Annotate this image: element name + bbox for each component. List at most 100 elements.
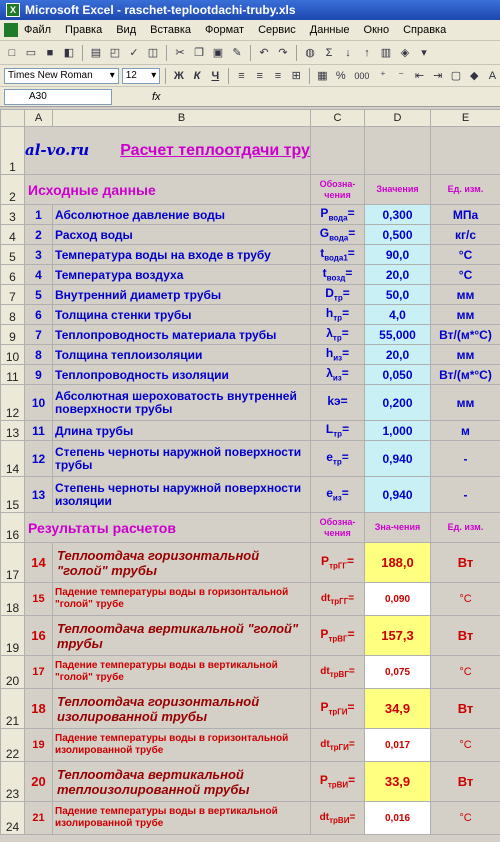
parameter-description[interactable]: Степень черноты наружной поверхности тру… xyxy=(52,440,311,477)
result-value[interactable]: 188,0 xyxy=(364,542,431,583)
cell[interactable] xyxy=(310,126,365,175)
row-number[interactable]: 15 xyxy=(24,582,53,616)
parameter-value[interactable]: 20,0 xyxy=(364,344,431,365)
decrease-decimal-icon[interactable]: ⁻ xyxy=(394,68,409,84)
row-number[interactable]: 11 xyxy=(24,420,53,441)
parameter-unit[interactable]: МПа xyxy=(430,204,500,225)
result-unit[interactable]: Вт xyxy=(430,688,500,729)
bold-button[interactable]: Ж xyxy=(171,68,186,84)
row-header[interactable]: 22 xyxy=(0,728,25,762)
sort-descending-icon[interactable]: ↑ xyxy=(359,45,375,61)
cell[interactable] xyxy=(430,126,500,175)
row-number[interactable]: 12 xyxy=(24,440,53,477)
value-column-header[interactable]: Зна-чения xyxy=(364,512,431,543)
row-header[interactable]: 5 xyxy=(0,244,25,265)
save-icon[interactable]: ■ xyxy=(42,45,58,61)
parameter-unit[interactable]: кг/с xyxy=(430,224,500,245)
autosum-icon[interactable]: Σ xyxy=(321,45,337,61)
parameter-unit[interactable]: мм xyxy=(430,384,500,421)
undo-icon[interactable]: ↶ xyxy=(256,45,272,61)
result-description[interactable]: Теплоотдача горизонтальной "голой" трубы xyxy=(52,542,311,583)
parameter-value[interactable]: 90,0 xyxy=(364,244,431,265)
decrease-indent-icon[interactable]: ⇤ xyxy=(412,68,427,84)
parameter-description[interactable]: Длина трубы xyxy=(52,420,311,441)
font-name-select[interactable]: Times New Roman ▾ xyxy=(4,67,119,84)
result-description[interactable]: Падение температуры воды в горизонтально… xyxy=(52,728,311,762)
parameter-value[interactable]: 4,0 xyxy=(364,304,431,325)
parameter-unit[interactable]: Вт/(м*°С) xyxy=(430,364,500,385)
workbook-icon[interactable] xyxy=(4,23,18,37)
row-number[interactable]: 20 xyxy=(24,761,53,802)
menu-data[interactable]: Данные xyxy=(310,24,350,36)
paste-icon[interactable]: ▣ xyxy=(210,45,226,61)
parameter-description[interactable]: Теплопроводность изоляции xyxy=(52,364,311,385)
parameter-unit[interactable]: мм xyxy=(430,344,500,365)
menu-format[interactable]: Формат xyxy=(205,24,244,36)
menu-tools[interactable]: Сервис xyxy=(258,24,296,36)
row-number[interactable]: 8 xyxy=(24,344,53,365)
parameter-unit[interactable]: - xyxy=(430,440,500,477)
fx-icon[interactable]: fx xyxy=(152,91,161,103)
column-header-a[interactable]: A xyxy=(24,109,53,127)
result-unit[interactable]: Вт xyxy=(430,542,500,583)
parameter-symbol[interactable]: eиз= xyxy=(310,476,365,513)
result-symbol[interactable]: PтрГИ= xyxy=(310,688,365,729)
result-value[interactable]: 157,3 xyxy=(364,615,431,656)
hyperlink-icon[interactable]: ◍ xyxy=(302,45,318,61)
result-unit[interactable]: °С xyxy=(430,801,500,835)
row-number[interactable]: 18 xyxy=(24,688,53,729)
result-symbol[interactable]: dtтрВГ= xyxy=(310,655,365,689)
result-symbol[interactable]: dtтрВИ= xyxy=(310,801,365,835)
title-cell[interactable]: al-vo.ru Расчет теплоотдачи трубы xyxy=(24,126,311,175)
spelling-icon[interactable]: ✓ xyxy=(126,45,142,61)
row-number[interactable]: 14 xyxy=(24,542,53,583)
percent-button[interactable]: % xyxy=(333,68,348,84)
menu-window[interactable]: Окно xyxy=(364,24,390,36)
parameter-description[interactable]: Температура воды на входе в трубу xyxy=(52,244,311,265)
row-number[interactable]: 2 xyxy=(24,224,53,245)
result-description[interactable]: Теплоотдача вертикальной теплоизолирован… xyxy=(52,761,311,802)
row-header[interactable]: 16 xyxy=(0,512,25,543)
result-description[interactable]: Теплоотдача вертикальной "голой" трубы xyxy=(52,615,311,656)
sort-ascending-icon[interactable]: ↓ xyxy=(340,45,356,61)
cut-icon[interactable]: ✂ xyxy=(172,45,188,61)
row-number[interactable]: 3 xyxy=(24,244,53,265)
row-number[interactable]: 16 xyxy=(24,615,53,656)
print-icon[interactable]: ▤ xyxy=(88,45,104,61)
row-header[interactable]: 12 xyxy=(0,384,25,421)
row-number[interactable]: 1 xyxy=(24,204,53,225)
menu-help[interactable]: Справка xyxy=(403,24,446,36)
align-left-icon[interactable]: ≡ xyxy=(234,68,249,84)
chart-wizard-icon[interactable]: ▥ xyxy=(378,45,394,61)
parameter-symbol[interactable]: tвозд= xyxy=(310,264,365,285)
parameter-symbol[interactable]: λиз= xyxy=(310,364,365,385)
column-header-c[interactable]: C xyxy=(310,109,365,127)
column-header-e[interactable]: E xyxy=(430,109,500,127)
result-unit[interactable]: Вт xyxy=(430,761,500,802)
result-value[interactable]: 0,016 xyxy=(364,801,431,835)
row-number[interactable]: 19 xyxy=(24,728,53,762)
row-number[interactable]: 10 xyxy=(24,384,53,421)
parameter-unit[interactable]: мм xyxy=(430,284,500,305)
font-size-select[interactable]: 12 ▾ xyxy=(121,67,161,84)
row-number[interactable]: 13 xyxy=(24,476,53,513)
parameter-value[interactable]: 0,940 xyxy=(364,440,431,477)
result-symbol[interactable]: dtтрГГ= xyxy=(310,582,365,616)
row-header[interactable]: 3 xyxy=(0,204,25,225)
parameter-symbol[interactable]: λтр= xyxy=(310,324,365,345)
row-header[interactable]: 20 xyxy=(0,655,25,689)
new-icon[interactable]: □ xyxy=(4,45,20,61)
row-header[interactable]: 11 xyxy=(0,364,25,385)
format-painter-icon[interactable]: ✎ xyxy=(229,45,245,61)
row-header[interactable]: 8 xyxy=(0,304,25,325)
permission-icon[interactable]: ◧ xyxy=(61,45,77,61)
result-value[interactable]: 0,017 xyxy=(364,728,431,762)
unit-column-header[interactable]: Ед. изм. xyxy=(430,174,500,205)
row-number[interactable]: 5 xyxy=(24,284,53,305)
parameter-description[interactable]: Температура воздуха xyxy=(52,264,311,285)
row-header[interactable]: 7 xyxy=(0,284,25,305)
result-value[interactable]: 0,075 xyxy=(364,655,431,689)
parameter-symbol[interactable]: Pвода= xyxy=(310,204,365,225)
thousands-button[interactable]: 000 xyxy=(351,68,372,84)
parameter-unit[interactable]: Вт/(м*°С) xyxy=(430,324,500,345)
